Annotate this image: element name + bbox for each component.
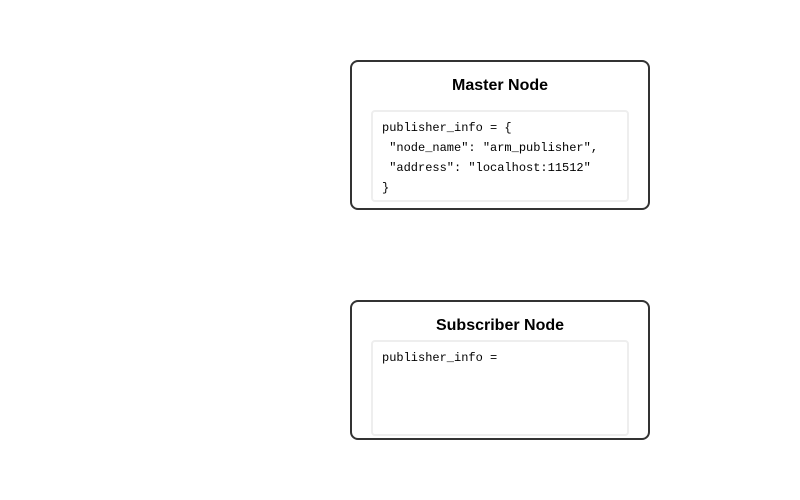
- code-line: "address": "localhost:11512": [382, 161, 591, 175]
- code-line: publisher_info =: [382, 351, 498, 365]
- master-code-block: publisher_info = { "node_name": "arm_pub…: [371, 110, 629, 202]
- code-line: "node_name": "arm_publisher",: [382, 141, 599, 155]
- code-line: publisher_info = {: [382, 121, 512, 135]
- subscriber-node-title: Subscriber Node: [435, 317, 565, 334]
- code-line: }: [382, 181, 390, 195]
- subscriber-code-block: publisher_info =: [371, 340, 629, 436]
- master-node-title: Master Node: [451, 77, 549, 94]
- master-node-box: Master Node publisher_info = { "node_nam…: [350, 60, 650, 210]
- subscriber-node-box: Subscriber Node publisher_info =: [350, 300, 650, 440]
